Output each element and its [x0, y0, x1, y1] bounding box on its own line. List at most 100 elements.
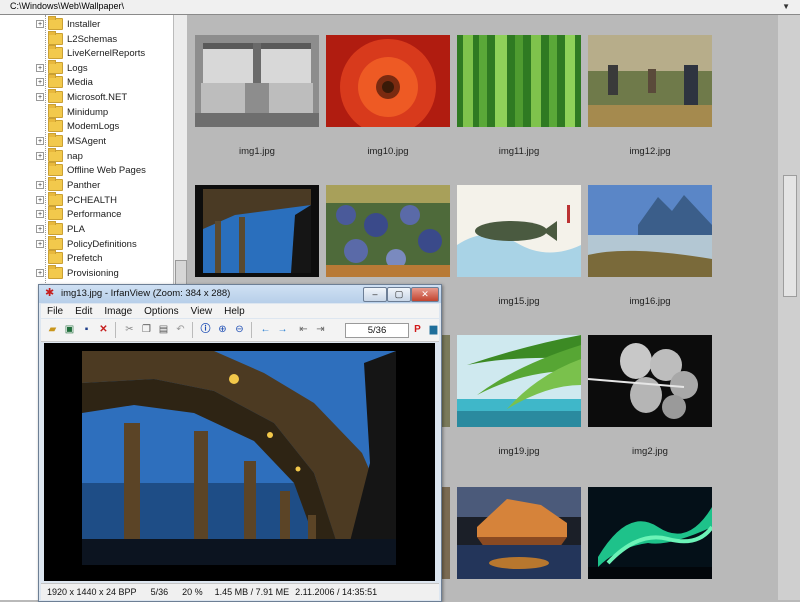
tree-item[interactable]: + PolicyDefinitions — [36, 236, 137, 251]
folder-icon — [48, 250, 63, 264]
minimize-button[interactable]: – — [363, 287, 387, 302]
info-icon[interactable]: ⓘ — [199, 323, 212, 336]
expand-icon[interactable]: + — [36, 225, 44, 233]
folder-icon — [48, 221, 63, 235]
thumbnail-img16[interactable] — [588, 185, 712, 277]
thumbnail-caption[interactable]: img1.jpg — [195, 146, 319, 157]
next-arrow-icon[interactable]: → — [276, 323, 289, 336]
tree-item[interactable]: +Offline Web Pages — [36, 162, 146, 177]
thumbnail-img14[interactable] — [326, 185, 450, 277]
folder-icon — [48, 104, 63, 118]
zoom-in-icon[interactable]: ⊕ — [216, 323, 229, 336]
expand-icon[interactable]: + — [36, 137, 44, 145]
first-image-icon[interactable]: ⇤ — [297, 323, 310, 336]
image-viewport[interactable] — [44, 343, 435, 581]
thumbnail-caption[interactable]: img16.jpg — [588, 296, 712, 307]
tree-item[interactable]: + Logs — [36, 60, 88, 75]
tree-item[interactable]: + PLA — [36, 221, 85, 236]
scanner-icon[interactable]: ▆ — [427, 323, 440, 336]
open-folder-icon[interactable]: ▰ — [46, 323, 59, 336]
menu-image[interactable]: Image — [104, 306, 132, 317]
save-icon[interactable]: ▪ — [80, 323, 93, 336]
expand-icon[interactable]: + — [36, 196, 44, 204]
tree-item-label: PolicyDefinitions — [67, 238, 137, 250]
irfanview-window[interactable]: ✱ img13.jpg - IrfanView (Zoom: 384 x 288… — [38, 284, 442, 602]
thumbnail-caption[interactable]: img11.jpg — [457, 146, 581, 157]
menu-edit[interactable]: Edit — [75, 306, 92, 317]
tree-scrollbar[interactable] — [173, 15, 187, 315]
tree-item-label: Provisioning — [67, 267, 119, 279]
undo-icon[interactable]: ↶ — [174, 323, 187, 336]
expand-icon[interactable]: + — [36, 181, 44, 189]
thumbnail-caption[interactable]: img2.jpg — [588, 446, 712, 457]
expand-icon[interactable]: + — [36, 20, 44, 28]
menu-bar[interactable]: File Edit Image Options View Help — [41, 304, 439, 318]
expand-icon[interactable]: + — [36, 269, 44, 277]
tree-item-label: Offline Web Pages — [67, 164, 146, 176]
thumbnail-scrollbar[interactable] — [778, 15, 800, 600]
toolbar[interactable]: ▰ ▣ ▪ ✕ ✂ ❐ ▤ ↶ ⓘ ⊕ ⊖ ← → ⇤ ⇥ 5/36 P ▆ — [41, 319, 439, 342]
menu-file[interactable]: File — [47, 306, 63, 317]
tree-item[interactable]: + Provisioning — [36, 265, 119, 280]
thumbnail-img19[interactable] — [457, 335, 581, 427]
tree-item[interactable]: + Microsoft.NET — [36, 89, 128, 104]
thumbnail-caption[interactable]: img12.jpg — [588, 146, 712, 157]
thumbnail-caption[interactable]: img10.jpg — [326, 146, 450, 157]
path-dropdown-icon[interactable]: ▼ — [782, 2, 790, 11]
expand-icon[interactable]: + — [36, 240, 44, 248]
expand-icon[interactable]: + — [36, 78, 44, 86]
toolbar-separator — [192, 322, 193, 338]
expand-icon[interactable]: + — [36, 93, 44, 101]
print-icon[interactable]: P — [411, 323, 424, 336]
tree-item[interactable]: + Media — [36, 74, 93, 89]
tree-item-label: Logs — [67, 62, 88, 74]
zoom-out-icon[interactable]: ⊖ — [233, 323, 246, 336]
expand-icon[interactable]: + — [36, 64, 44, 72]
expand-icon[interactable]: + — [36, 210, 44, 218]
previous-arrow-icon[interactable]: ← — [259, 323, 272, 336]
tree-item-label: PLA — [67, 223, 85, 235]
window-titlebar[interactable]: ✱ img13.jpg - IrfanView (Zoom: 384 x 288… — [39, 285, 441, 303]
thumbnail-img15[interactable] — [457, 185, 581, 277]
tree-item[interactable]: + Performance — [36, 206, 122, 221]
tree-item[interactable]: + Installer — [36, 16, 100, 31]
tree-item[interactable]: + nap — [36, 148, 83, 163]
folder-icon — [48, 45, 63, 59]
tree-item[interactable]: +Prefetch — [36, 250, 102, 265]
thumbnail-caption[interactable]: img15.jpg — [457, 296, 581, 307]
paste-icon[interactable]: ▤ — [157, 323, 170, 336]
tree-item[interactable]: + MSAgent — [36, 133, 106, 148]
thumbnail-img1[interactable] — [195, 35, 319, 127]
thumbnail-img11[interactable] — [457, 35, 581, 127]
menu-help[interactable]: Help — [224, 306, 245, 317]
thumbnail-img10[interactable] — [326, 35, 450, 127]
cut-icon[interactable]: ✂ — [123, 323, 136, 336]
thumbnail-img5[interactable] — [457, 487, 581, 579]
folder-icon — [48, 118, 63, 132]
copy-icon[interactable]: ❐ — [140, 323, 153, 336]
folder-icon — [48, 148, 63, 162]
maximize-button[interactable]: ▢ — [387, 287, 411, 302]
last-image-icon[interactable]: ⇥ — [314, 323, 327, 336]
tree-item[interactable]: + Panther — [36, 177, 100, 192]
tree-item[interactable]: +LiveKernelReports — [36, 45, 145, 60]
tree-item[interactable]: +L2Schemas — [36, 31, 117, 46]
thumbnail-img6[interactable] — [588, 487, 712, 579]
expand-icon[interactable]: + — [36, 152, 44, 160]
menu-options[interactable]: Options — [144, 306, 178, 317]
thumbnail-img2[interactable] — [588, 335, 712, 427]
tree-item-label: Microsoft.NET — [67, 91, 128, 103]
path-bar[interactable]: C:\Windows\Web\Wallpaper\ ▼ — [0, 0, 800, 15]
tree-item[interactable]: + PCHEALTH — [36, 192, 117, 207]
tree-item[interactable]: +ModemLogs — [36, 118, 119, 133]
thumbnail-img12[interactable] — [588, 35, 712, 127]
thumbnails-icon[interactable]: ▣ — [63, 323, 76, 336]
delete-icon[interactable]: ✕ — [97, 323, 110, 336]
close-button[interactable]: ✕ — [411, 287, 439, 302]
thumbnail-caption[interactable]: img19.jpg — [457, 446, 581, 457]
tree-item[interactable]: +Minidump — [36, 104, 108, 119]
thumbnail-img13[interactable] — [195, 185, 319, 277]
thumbnail-scrollbar-thumb[interactable] — [783, 175, 797, 297]
menu-view[interactable]: View — [191, 306, 213, 317]
tree-item-label: Performance — [67, 208, 122, 220]
